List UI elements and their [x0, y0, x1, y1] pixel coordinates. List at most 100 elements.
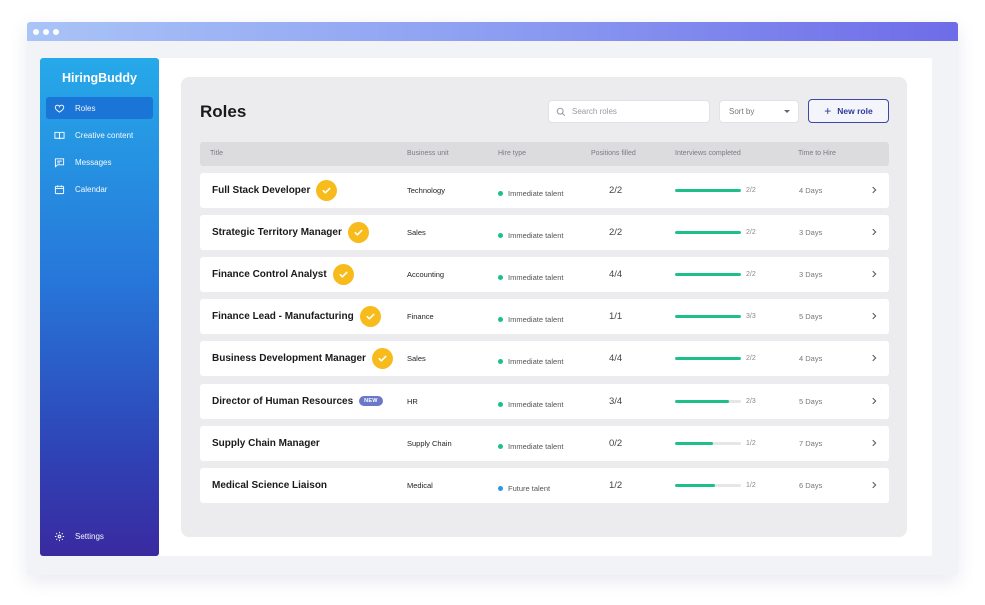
interviews-progress-bar	[675, 231, 741, 235]
progress-fill	[675, 231, 741, 235]
table-row[interactable]: Medical Science Liaison Medical Future t…	[200, 467, 889, 503]
interviews-count: 3/3	[746, 313, 756, 321]
settings-label: Settings	[75, 531, 104, 541]
business-unit-cell: Supply Chain	[407, 438, 452, 448]
hire-type-cell: Immediate talent	[498, 442, 563, 451]
sort-label: Sort by	[729, 107, 755, 116]
hire-type-label: Immediate talent	[508, 231, 564, 241]
interviews-progress-bar	[675, 189, 741, 192]
table-row[interactable]: Strategic Territory Manager Sales Immedi…	[200, 215, 889, 251]
role-title: Finance Lead - Manufacturing	[212, 311, 354, 323]
business-unit-cell: Sales	[407, 228, 426, 238]
table-row[interactable]: Supply Chain Manager Supply Chain Immedi…	[200, 425, 889, 461]
sort-dropdown[interactable]: Sort by	[719, 100, 799, 123]
sidebar-item-roles[interactable]: Roles	[46, 97, 153, 119]
business-unit-cell: HR	[407, 396, 418, 406]
sidebar-item-settings[interactable]: Settings	[46, 525, 153, 547]
positions-filled-cell: 2/2	[609, 227, 623, 239]
header-hire-type[interactable]: Hire type	[498, 150, 526, 157]
table-row[interactable]: Director of Human Resources NEW HR Immed…	[200, 383, 889, 419]
hire-type-cell: Immediate talent	[498, 315, 563, 324]
message-icon	[54, 157, 65, 168]
new-badge: NEW	[359, 396, 383, 406]
business-unit-cell: Sales	[407, 354, 426, 364]
chevron-right-icon[interactable]	[869, 185, 879, 195]
header-time-to-hire[interactable]: Time to Hire	[798, 150, 836, 157]
header-business-unit[interactable]: Business unit	[407, 150, 449, 157]
interviews-count: 1/2	[746, 481, 756, 489]
chevron-right-icon[interactable]	[869, 438, 879, 448]
time-to-hire-cell: 7 Days	[799, 438, 823, 448]
book-icon	[54, 131, 65, 139]
sidebar-item-calendar[interactable]: Calendar	[46, 178, 153, 200]
sidebar-item-creative-content[interactable]: Creative content	[46, 124, 153, 146]
checkmark-icon	[359, 306, 381, 328]
search-input[interactable]	[572, 107, 702, 116]
interviews-count: 2/2	[746, 271, 756, 279]
progress-fill	[675, 441, 714, 445]
heart-icon	[54, 104, 65, 113]
role-title-cell: Full Stack Developer	[212, 180, 338, 201]
table-row[interactable]: Finance Lead - Manufacturing Finance Imm…	[200, 299, 889, 335]
window-dot-maximize[interactable]	[53, 28, 59, 35]
header-title[interactable]: Title	[210, 150, 223, 157]
table-row[interactable]: Business Development Manager Sales Immed…	[200, 341, 889, 377]
calendar-icon	[54, 184, 65, 194]
positions-filled-cell: 4/4	[609, 269, 623, 281]
checkmark-icon	[347, 222, 369, 244]
sidebar-item-label: Roles	[75, 103, 96, 113]
interviews-progress-bar	[675, 357, 741, 361]
new-role-button[interactable]: + New role	[808, 99, 889, 123]
plus-icon: +	[824, 104, 832, 118]
interviews-progress-bar	[675, 399, 741, 403]
business-unit-cell: Medical	[407, 480, 433, 490]
chevron-right-icon[interactable]	[869, 353, 879, 363]
chevron-right-icon[interactable]	[869, 227, 879, 237]
role-title-cell: Finance Control Analyst	[212, 264, 354, 286]
hire-type-label: Immediate talent	[508, 273, 564, 283]
hire-type-label: Immediate talent	[508, 441, 564, 451]
time-to-hire-cell: 4 Days	[799, 354, 823, 364]
time-to-hire-cell: 4 Days	[799, 186, 823, 195]
interviews-progress-bar	[675, 273, 741, 277]
hire-type-cell: Immediate talent	[498, 231, 563, 240]
progress-fill	[675, 273, 741, 277]
app-window: HiringBuddy Roles Creative content Messa…	[27, 22, 958, 575]
hire-type-cell: Immediate talent	[498, 273, 563, 282]
sidebar-item-messages[interactable]: Messages	[46, 151, 153, 173]
time-to-hire-cell: 5 Days	[799, 312, 823, 322]
page-title: Roles	[200, 102, 247, 121]
positions-filled-cell: 1/2	[609, 479, 623, 491]
business-unit-cell: Technology	[407, 186, 445, 195]
new-role-label: New role	[837, 106, 873, 116]
header-positions-filled[interactable]: Positions filled	[591, 150, 636, 157]
chevron-right-icon[interactable]	[869, 396, 879, 406]
role-title: Medical Science Liaison	[212, 479, 328, 491]
positions-filled-cell: 1/1	[609, 311, 623, 323]
role-title: Supply Chain Manager	[212, 437, 320, 449]
hire-type-label: Future talent	[508, 483, 551, 493]
chevron-right-icon[interactable]	[869, 480, 879, 490]
search-box[interactable]	[548, 100, 710, 123]
brand-logo: HiringBuddy	[62, 71, 137, 85]
window-dot-close[interactable]	[33, 28, 39, 35]
header-interviews-completed[interactable]: Interviews completed	[675, 150, 741, 157]
interviews-progress-bar	[675, 441, 741, 445]
role-title: Finance Control Analyst	[212, 269, 327, 281]
interviews-count: 1/2	[746, 439, 756, 447]
table-row[interactable]: Finance Control Analyst Accounting Immed…	[200, 257, 889, 293]
checkmark-icon	[371, 348, 393, 370]
chevron-right-icon[interactable]	[869, 311, 879, 321]
positions-filled-cell: 0/2	[609, 437, 623, 449]
role-title-cell: Strategic Territory Manager	[212, 222, 369, 244]
role-title: Strategic Territory Manager	[212, 227, 342, 239]
search-icon	[556, 107, 566, 116]
time-to-hire-cell: 6 Days	[799, 480, 823, 490]
table-header: Title Business unit Hire type Positions …	[200, 142, 889, 166]
chevron-right-icon[interactable]	[869, 269, 879, 279]
interviews-count: 2/2	[746, 187, 756, 194]
table-row[interactable]: Full Stack Developer Technology Immediat…	[200, 173, 889, 208]
window-dot-minimize[interactable]	[43, 28, 49, 35]
status-dot-icon	[498, 443, 503, 449]
checkmark-icon	[316, 180, 338, 201]
